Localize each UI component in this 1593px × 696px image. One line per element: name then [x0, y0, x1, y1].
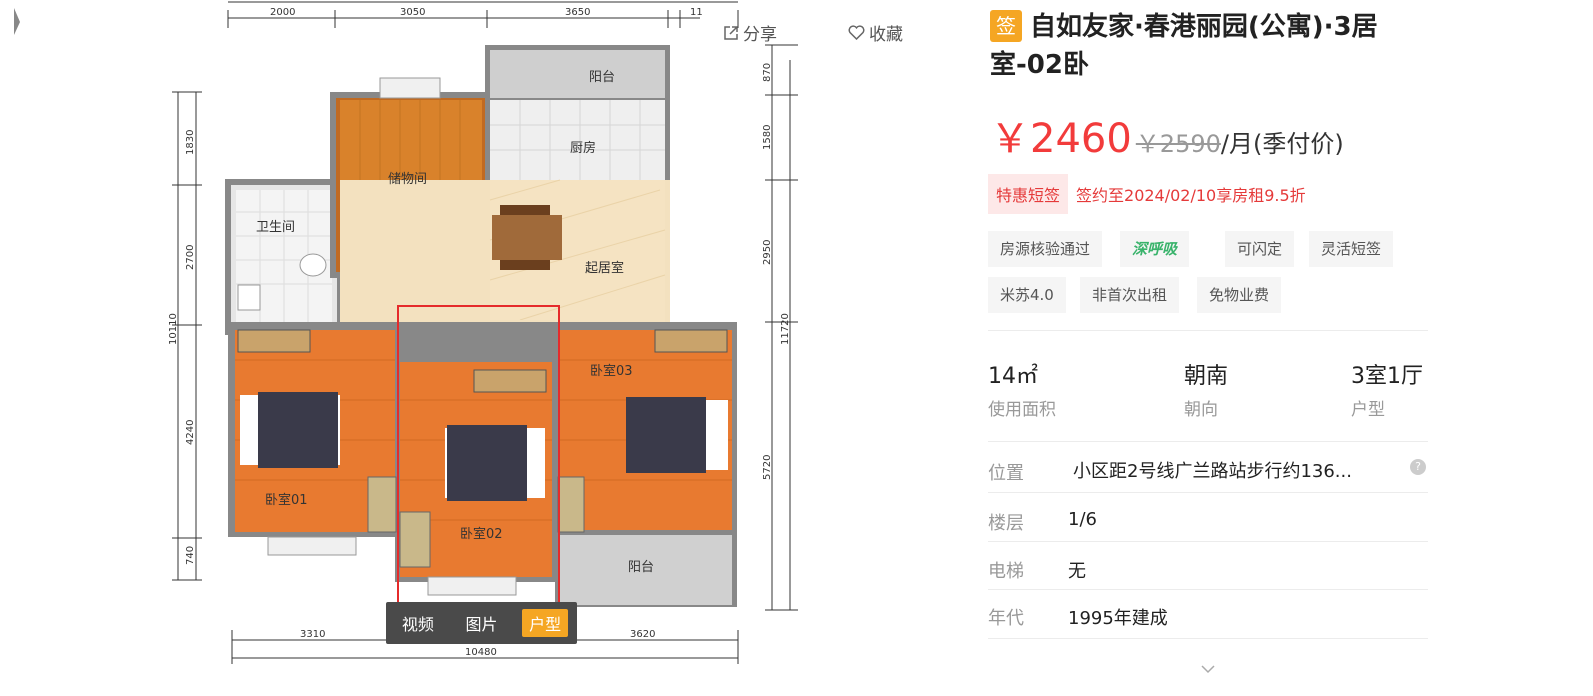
- tag-deep-breath: 深呼吸: [1120, 231, 1190, 267]
- tag-verified: 房源核验通过: [988, 231, 1103, 267]
- info-elevator-value: 无: [1068, 561, 1086, 582]
- stat-layout-value: 3室1厅: [1351, 364, 1423, 389]
- listing-title-block: 签自如友家·春港丽园(公寓)·3居室-02卧: [990, 8, 1440, 84]
- tag-no-property-fee: 免物业费: [1197, 277, 1282, 313]
- divider: [988, 492, 1428, 493]
- room-label-balcony-top: 阳台: [589, 70, 615, 85]
- info-year-value: 1995年建成: [1068, 608, 1168, 629]
- stat-area-label: 使用面积: [988, 400, 1056, 420]
- dim-bottom-2: 3620: [630, 629, 655, 640]
- room-label-storage: 储物间: [388, 172, 427, 187]
- room-label-bathroom: 卫生间: [256, 220, 295, 235]
- stat-orientation-label: 朝向: [1184, 400, 1218, 420]
- dim-bottom-1: 3310: [300, 629, 325, 640]
- stat-orientation-value: 朝南: [1184, 364, 1229, 389]
- stat-area-value: 14㎡: [988, 364, 1038, 389]
- dim-left-2: 2700: [185, 245, 196, 270]
- share-icon: [724, 25, 738, 40]
- dim-right-1: 870: [762, 63, 773, 82]
- tab-floorplan[interactable]: 户型: [522, 609, 569, 637]
- dim-left-total: 10110: [168, 313, 179, 345]
- favorite-button[interactable]: 收藏: [848, 20, 903, 45]
- promo-row: 特惠短签 签约至2024/02/10享房租9.5折: [988, 174, 1306, 214]
- media-tab-bar: 视频 图片 户型: [386, 602, 577, 644]
- selected-room-highlight: [397, 305, 560, 615]
- tag-flash-book: 可闪定: [1225, 231, 1295, 267]
- info-year-label: 年代: [988, 608, 1024, 629]
- info-floor-label: 楼层: [988, 513, 1024, 534]
- room-label-balcony-bottom: 阳台: [628, 560, 654, 575]
- info-location-label: 位置: [988, 463, 1024, 484]
- info-elevator-label: 电梯: [988, 561, 1024, 582]
- original-price: ￥2590: [1135, 130, 1221, 158]
- room-label-bedroom3: 卧室03: [590, 363, 633, 379]
- expand-chevron-down-icon[interactable]: [1201, 664, 1215, 674]
- dim-right-4: 5720: [762, 455, 773, 480]
- dim-right-total: 11720: [780, 313, 791, 345]
- corner-logo-icon: [14, 8, 20, 35]
- room-label-kitchen: 厨房: [570, 140, 596, 156]
- dim-bottom-total: 10480: [465, 647, 497, 658]
- price-unit: /月(季付价): [1220, 130, 1344, 158]
- tag-not-first-rent: 非首次出租: [1080, 277, 1180, 313]
- tag-flexible-lease: 灵活短签: [1309, 231, 1394, 267]
- stat-layout-label: 户型: [1351, 400, 1385, 420]
- divider: [988, 589, 1428, 590]
- listing-title: 自如友家·春港丽园(公寓)·3居室-02卧: [990, 12, 1378, 80]
- share-label: 分享: [743, 25, 777, 45]
- tab-photos[interactable]: 图片: [458, 609, 504, 637]
- dim-right-3: 2950: [762, 240, 773, 265]
- share-button[interactable]: 分享: [723, 20, 777, 45]
- sign-badge: 签: [990, 10, 1022, 42]
- price-row: ￥2460 ￥2590 /月(季付价): [990, 106, 1344, 162]
- tag-misu: 米苏4.0: [988, 277, 1066, 313]
- divider: [988, 541, 1428, 542]
- promo-text: 签约至2024/02/10享房租9.5折: [1076, 186, 1306, 205]
- divider: [988, 330, 1428, 331]
- dim-left-1: 1830: [185, 130, 196, 155]
- favorite-label: 收藏: [869, 25, 903, 45]
- dim-top-4: 11: [690, 7, 703, 18]
- help-icon[interactable]: ?: [1410, 459, 1426, 475]
- dim-top-1: 2000: [270, 7, 295, 18]
- dim-right-2: 1580: [762, 125, 773, 150]
- room-label-living: 起居室: [585, 260, 624, 276]
- promo-tag: 特惠短签: [988, 174, 1069, 214]
- tab-video[interactable]: 视频: [395, 609, 441, 637]
- dim-left-3: 4240: [185, 420, 196, 445]
- divider: [988, 441, 1428, 442]
- dim-left-4: 740: [185, 546, 196, 565]
- heart-icon: [848, 25, 865, 40]
- info-location-value: 小区距2号线广兰路站步行约136...: [1073, 461, 1352, 482]
- divider: [988, 638, 1428, 639]
- room-label-bedroom1: 卧室01: [265, 492, 308, 508]
- price: ￥2460: [990, 116, 1132, 162]
- dim-top-3: 3650: [565, 7, 590, 18]
- info-floor-value: 1/6: [1068, 509, 1097, 530]
- dim-top-2: 3050: [400, 7, 425, 18]
